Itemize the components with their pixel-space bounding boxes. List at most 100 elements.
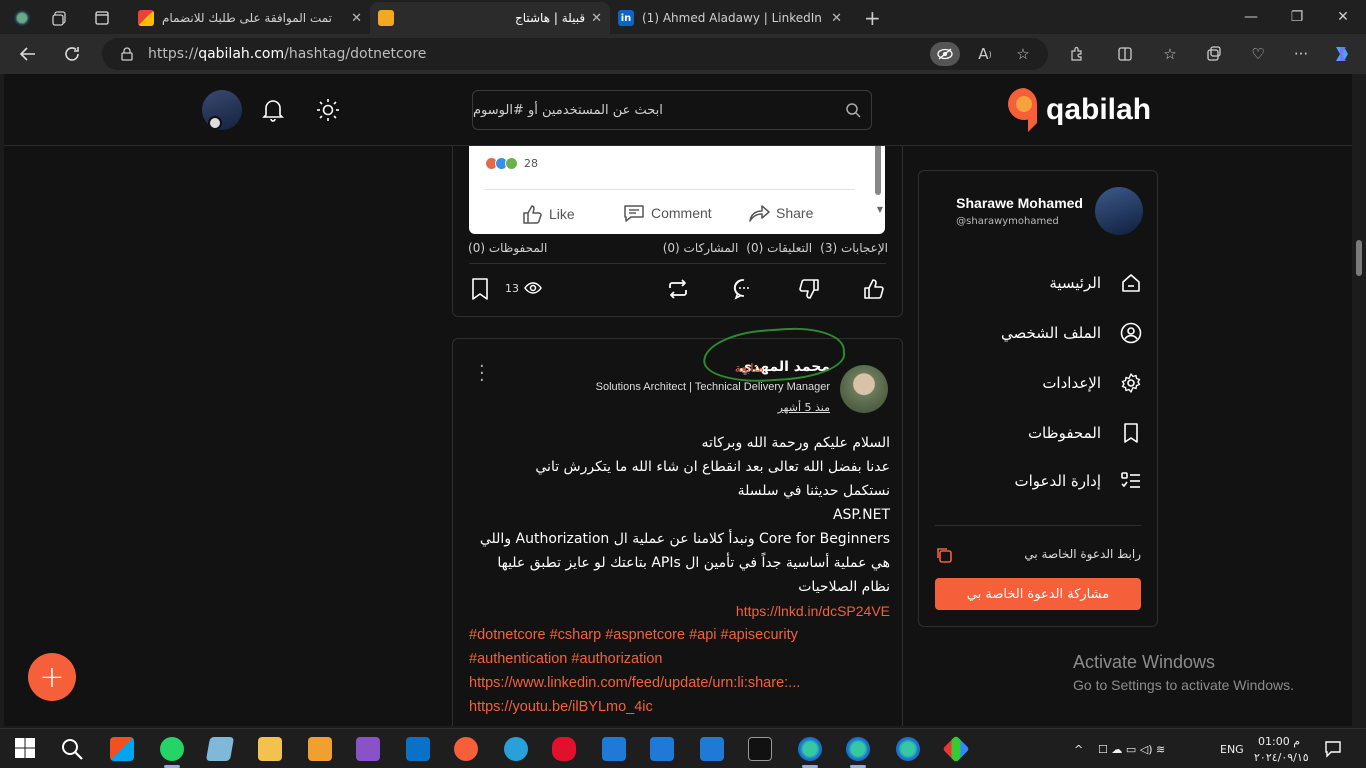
taskbar-search-icon[interactable] <box>60 737 84 761</box>
scrollbar-thumb[interactable] <box>1356 240 1362 276</box>
remote-desktop-icon[interactable] <box>700 737 724 761</box>
edge-browser-icon[interactable] <box>896 737 920 761</box>
sidebar-item-home[interactable]: الرئيسية <box>1049 271 1143 295</box>
copy-icon[interactable] <box>935 546 953 564</box>
new-tab-button[interactable]: + <box>856 2 886 34</box>
profile-name: Sharawe Mohamed <box>956 195 1083 211</box>
sidebar-profile[interactable]: Sharawe Mohamed @sharawymohamed <box>956 187 1143 235</box>
tab-title: قبيلة | هاشتاج <box>514 11 586 25</box>
sidebar-item-invitations[interactable]: إدارة الدعوات <box>1015 469 1143 493</box>
file-explorer-icon[interactable] <box>258 737 282 761</box>
like-button[interactable] <box>861 276 887 302</box>
sidebar-item-saved[interactable]: المحفوظات <box>1028 421 1143 445</box>
author-avatar[interactable] <box>840 365 888 413</box>
scroll-down-icon[interactable]: ▼ <box>877 205 883 214</box>
embed-share-button[interactable]: Share <box>748 203 813 223</box>
post-link[interactable]: https://youtu.be/ilBYLmo_4ic <box>469 695 890 719</box>
post-link[interactable]: https://lnkd.in/dcSP24VE <box>469 599 890 623</box>
telegram-icon[interactable] <box>504 737 528 761</box>
saves-count[interactable]: المحفوظات (0) <box>468 241 547 255</box>
browser-essentials-icon[interactable]: ♡ <box>1246 42 1270 66</box>
close-tab-icon[interactable]: ✕ <box>831 11 842 26</box>
refresh-button[interactable] <box>56 38 88 70</box>
invite-link-label: رابط الدعوة الخاصة بي <box>1024 547 1141 561</box>
read-aloud-icon[interactable]: A) <box>973 42 997 66</box>
split-screen-icon[interactable] <box>1113 42 1137 66</box>
minimize-button[interactable]: — <box>1228 0 1274 34</box>
bookmark-button[interactable] <box>467 276 493 302</box>
post-link[interactable]: https://www.linkedin.com/feed/update/urn… <box>469 671 890 695</box>
notes-app-icon[interactable] <box>205 737 235 761</box>
tab-actions-icon[interactable] <box>86 2 120 34</box>
outlook-icon[interactable] <box>406 737 430 761</box>
postman-icon[interactable] <box>454 737 478 761</box>
visual-studio-icon[interactable] <box>356 737 380 761</box>
embed-like-button[interactable]: Like <box>521 203 575 225</box>
whatsapp-icon[interactable] <box>160 737 184 768</box>
microsoft-store-icon[interactable] <box>110 737 134 761</box>
close-tab-icon[interactable]: ✕ <box>591 11 602 26</box>
share-arrow-icon <box>749 205 770 222</box>
comment-button[interactable] <box>731 276 757 302</box>
search-input[interactable]: ابحث عن المستخدمين أو #الوسوم <box>472 90 872 130</box>
create-post-button[interactable]: + <box>28 653 76 701</box>
repost-button[interactable] <box>665 276 691 302</box>
tracking-prevention-icon[interactable] <box>930 42 960 66</box>
qabilah-logo[interactable]: qabilah <box>1004 84 1151 136</box>
tray-icons[interactable]: ☐ ☁ ▭ ◁) ≋ <box>1098 729 1165 768</box>
sidebar-item-profile[interactable]: الملف الشخصي <box>1001 321 1143 345</box>
embed-comment-button[interactable]: Comment <box>623 203 712 223</box>
edge-browser-icon[interactable] <box>846 737 870 768</box>
thumbs-up-icon <box>864 279 884 299</box>
hashtag-line[interactable]: #authentication #authorization <box>469 647 890 671</box>
collections-icon[interactable] <box>1202 42 1226 66</box>
tab-qabilah[interactable]: قبيلة | هاشتاج ✕ <box>370 2 610 34</box>
profile-icon[interactable] <box>6 2 40 34</box>
copilot-icon[interactable] <box>1330 42 1354 66</box>
comments-count[interactable]: التعليقات (0) <box>746 241 812 255</box>
remote-desktop-icon[interactable] <box>650 737 674 761</box>
dislike-button[interactable] <box>796 276 822 302</box>
close-window-button[interactable]: ✕ <box>1320 0 1366 34</box>
language-indicator[interactable]: ENG <box>1220 729 1244 768</box>
post-text-line: السلام عليكم ورحمة الله وبركاته <box>701 435 890 451</box>
terminal-icon[interactable] <box>748 737 772 761</box>
close-tab-icon[interactable]: ✕ <box>351 11 362 26</box>
clock-date[interactable]: ٢٠٢٤/٠٩/١٥ <box>1254 749 1309 765</box>
start-windows-icon[interactable] <box>14 737 38 761</box>
settings-more-icon[interactable]: ··· <box>1289 42 1313 66</box>
url-field[interactable]: https://qabilah.com/hashtag/dotnetcore <box>102 38 1048 70</box>
clock-time[interactable]: 01:00 م <box>1258 733 1300 749</box>
git-client-icon[interactable] <box>942 735 970 763</box>
follow-button[interactable]: متابعة <box>735 361 764 375</box>
tab-linkedin[interactable]: in (1) Ahmed Aladawy | LinkedIn ✕ <box>610 2 850 34</box>
paint-tool-icon[interactable] <box>308 737 332 761</box>
share-invite-button[interactable]: مشاركة الدعوة الخاصة بي <box>935 578 1141 610</box>
more-options-icon[interactable]: · · · <box>479 358 485 390</box>
extensions-icon[interactable] <box>1065 42 1089 66</box>
favorite-star-icon[interactable]: ☆ <box>1011 42 1035 66</box>
embed-action-label: Comment <box>651 205 712 221</box>
notifications-bell-icon[interactable] <box>259 96 287 124</box>
hashtag-line[interactable]: #dotnetcore #csharp #aspnetcore #api #ap… <box>469 623 890 647</box>
red-app-icon[interactable] <box>552 737 576 761</box>
restore-button[interactable]: ❐ <box>1274 0 1320 34</box>
celebrate-reaction-icon <box>505 157 518 170</box>
workspaces-icon[interactable] <box>44 2 78 34</box>
shares-count[interactable]: المشاركات (0) <box>663 241 739 255</box>
notifications-icon[interactable] <box>1324 729 1342 768</box>
post-timestamp[interactable]: منذ 5 أشهر <box>778 401 830 414</box>
post-hashtags: #dotnetcore #csharp #aspnetcore #api #ap… <box>469 623 890 719</box>
likes-count[interactable]: الإعجابات (3) <box>820 241 888 255</box>
sidebar-item-label: إدارة الدعوات <box>1014 472 1101 490</box>
edge-browser-icon[interactable] <box>798 737 822 768</box>
back-button[interactable] <box>12 38 44 70</box>
favorites-icon[interactable]: ☆ <box>1158 42 1182 66</box>
tab-gmail[interactable]: تمت الموافقة على طلبك للانضمام ✕ <box>130 2 370 34</box>
user-avatar[interactable] <box>202 90 242 130</box>
show-hidden-icons[interactable]: ^ <box>1074 729 1083 768</box>
theme-toggle-icon[interactable] <box>314 96 342 124</box>
sidebar-item-settings[interactable]: الإعدادات <box>1042 371 1143 395</box>
page-scrollbar[interactable] <box>1352 74 1366 726</box>
remote-desktop-icon[interactable] <box>602 737 626 761</box>
